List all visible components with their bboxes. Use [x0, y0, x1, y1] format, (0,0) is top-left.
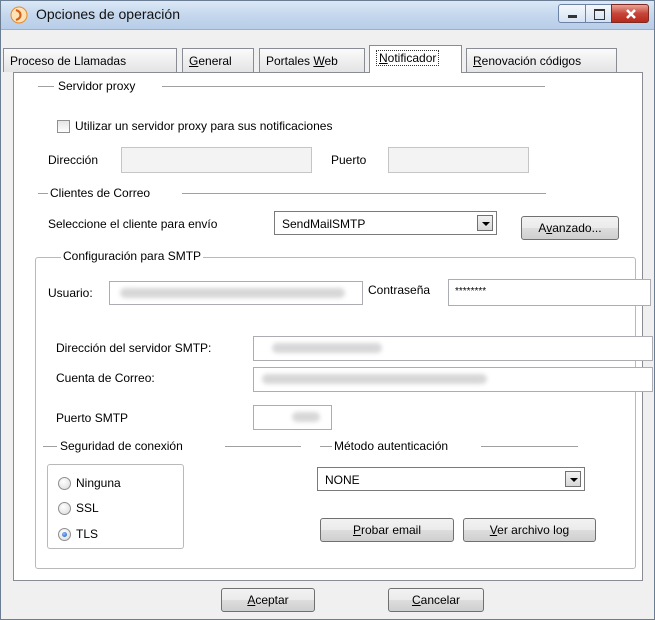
- smtp-user-label: Usuario:: [48, 286, 93, 300]
- tab-label: Notificador: [376, 50, 440, 66]
- test-email-label: robar email: [360, 523, 422, 537]
- options-window: Opciones de operación Proceso de Llamada…: [0, 0, 655, 620]
- view-log-button[interactable]: Ver archivo log: [463, 518, 596, 542]
- security-section-title: Seguridad de conexión: [60, 439, 183, 453]
- cancel-button[interactable]: Cancelar: [388, 588, 484, 612]
- auth-method-select[interactable]: NONE: [317, 467, 585, 491]
- smtp-user-input[interactable]: [109, 281, 363, 305]
- minimize-icon: [568, 15, 577, 18]
- smtp-port-input[interactable]: [253, 405, 332, 430]
- security-option-label[interactable]: Ninguna: [76, 476, 121, 490]
- tab-label: Portales Web: [266, 54, 338, 68]
- security-option-label[interactable]: SSL: [76, 501, 99, 515]
- mail-clients-section-title: Clientes de Correo: [50, 186, 151, 200]
- smtp-account-label: Cuenta de Correo:: [56, 371, 155, 385]
- proxy-section-title: Servidor proxy: [58, 79, 136, 93]
- tab-label: Renovación códigos: [473, 54, 582, 68]
- tab-notificador[interactable]: Notificador: [369, 45, 462, 73]
- notificador-panel: Servidor proxy Utilizar un servidor prox…: [13, 72, 653, 581]
- close-icon: [626, 9, 636, 19]
- divider: [225, 446, 301, 447]
- smtp-password-label: Contraseña: [368, 283, 431, 297]
- tab-label: Proceso de Llamadas: [10, 54, 127, 68]
- tab-label: General: [189, 54, 232, 68]
- close-button[interactable]: [611, 4, 649, 23]
- divider: [320, 446, 332, 447]
- smtp-password-value: ********: [455, 286, 487, 297]
- smtp-password-input[interactable]: ********: [448, 279, 651, 306]
- redacted-value: [262, 374, 487, 384]
- divider: [43, 446, 57, 447]
- divider: [481, 446, 578, 447]
- test-email-button[interactable]: Probar email: [320, 518, 454, 542]
- smtp-port-label: Puerto SMTP: [56, 411, 129, 425]
- security-radio-ninguna[interactable]: [58, 477, 71, 490]
- advanced-button-label-rest: anzado...: [552, 221, 602, 235]
- accept-label: ceptar: [255, 593, 289, 607]
- redacted-value: [120, 288, 345, 298]
- advanced-button[interactable]: Avanzado...: [521, 216, 619, 240]
- redacted-value: [292, 412, 320, 422]
- tab-general[interactable]: General: [182, 48, 254, 72]
- proxy-address-input[interactable]: [121, 147, 312, 173]
- maximize-button[interactable]: [585, 4, 612, 23]
- proxy-checkbox-label[interactable]: Utilizar un servidor proxy para sus noti…: [75, 119, 332, 133]
- proxy-address-label: Dirección: [48, 153, 99, 167]
- divider: [38, 193, 48, 194]
- auth-section-title: Método autenticación: [334, 439, 449, 453]
- mail-client-select[interactable]: SendMailSMTP: [274, 211, 497, 235]
- smtp-account-input[interactable]: [253, 367, 653, 392]
- mail-client-selected: SendMailSMTP: [282, 217, 366, 231]
- smtp-server-input[interactable]: [253, 336, 653, 361]
- accept-button[interactable]: Aceptar: [221, 588, 315, 612]
- divider: [38, 86, 54, 87]
- security-radio-tls[interactable]: [58, 528, 71, 541]
- security-option-label[interactable]: TLS: [76, 527, 98, 541]
- minimize-button[interactable]: [558, 4, 586, 23]
- divider: [182, 193, 546, 194]
- security-radio-ssl[interactable]: [58, 502, 71, 515]
- view-log-label: er archivo log: [497, 523, 570, 537]
- proxy-port-label: Puerto: [331, 153, 367, 167]
- smtp-section-title: Configuración para SMTP: [61, 249, 204, 263]
- test-email-mnemonic: P: [352, 523, 361, 537]
- tab-portales-web[interactable]: Portales Web: [259, 48, 365, 72]
- mail-client-select-label: Seleccione el cliente para envío: [48, 217, 218, 231]
- chevron-down-icon[interactable]: [477, 215, 493, 231]
- chevron-down-icon[interactable]: [565, 471, 581, 487]
- redacted-value: [272, 343, 382, 353]
- window-title: Opciones de operación: [36, 6, 180, 22]
- proxy-checkbox[interactable]: [57, 120, 70, 133]
- tab-renovacion-codigos[interactable]: Renovación códigos: [466, 48, 617, 72]
- cancel-mnemonic: C: [411, 593, 421, 607]
- app-logo-icon: [10, 6, 28, 24]
- smtp-server-label: Dirección del servidor SMTP:: [56, 341, 212, 355]
- tab-proceso-llamadas[interactable]: Proceso de Llamadas: [3, 48, 177, 72]
- cancel-label: ancelar: [420, 593, 461, 607]
- proxy-port-input[interactable]: [388, 147, 529, 173]
- auth-method-selected: NONE: [325, 473, 360, 487]
- maximize-icon: [594, 9, 605, 20]
- title-bar[interactable]: Opciones de operación: [1, 1, 654, 30]
- divider: [162, 86, 545, 87]
